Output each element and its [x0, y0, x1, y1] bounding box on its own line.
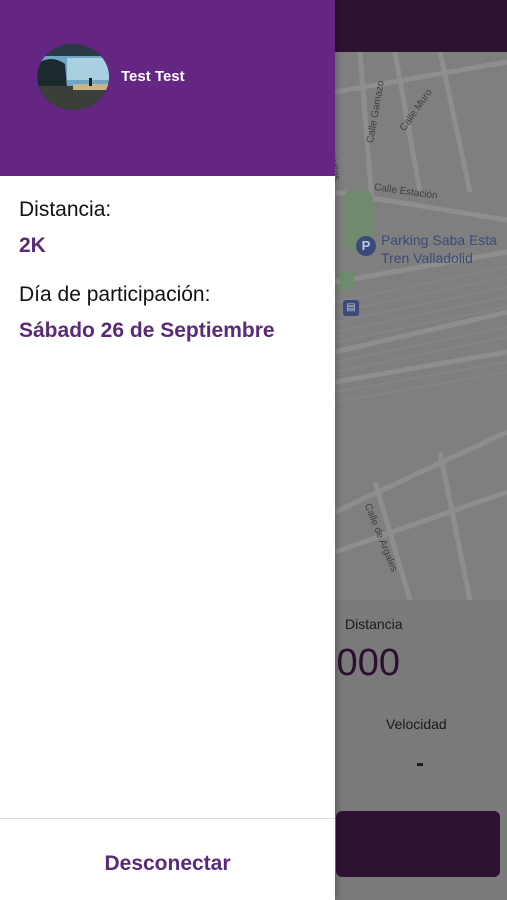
drawer-divider — [0, 818, 335, 819]
user-name: Test Test — [121, 68, 185, 85]
speed-stat-label: Velocidad — [386, 716, 447, 732]
train-station-icon: ▤ — [343, 300, 359, 316]
distance-stat-label: Distancia — [345, 616, 403, 632]
speed-stat-value: - — [416, 750, 424, 777]
logout-button[interactable]: Desconectar — [0, 842, 335, 886]
poi-label-line2[interactable]: Tren Valladolid — [381, 250, 473, 266]
distance-value: 2K — [19, 234, 46, 257]
poi-label-line1[interactable]: Parking Saba Esta — [381, 232, 497, 248]
participation-day-value: Sábado 26 de Septiembre — [19, 319, 275, 342]
participation-day-label: Día de participación: — [19, 283, 211, 306]
avatar[interactable] — [37, 44, 109, 110]
distance-label: Distancia: — [19, 198, 112, 221]
avatar-photo — [37, 44, 109, 110]
distance-stat-value: .000 — [326, 642, 400, 684]
start-button[interactable] — [336, 811, 500, 877]
drawer-header: Test Test — [0, 0, 335, 176]
navigation-drawer: Test Test Distancia: 2K Día de participa… — [0, 0, 335, 900]
parking-icon[interactable]: P — [356, 236, 376, 256]
